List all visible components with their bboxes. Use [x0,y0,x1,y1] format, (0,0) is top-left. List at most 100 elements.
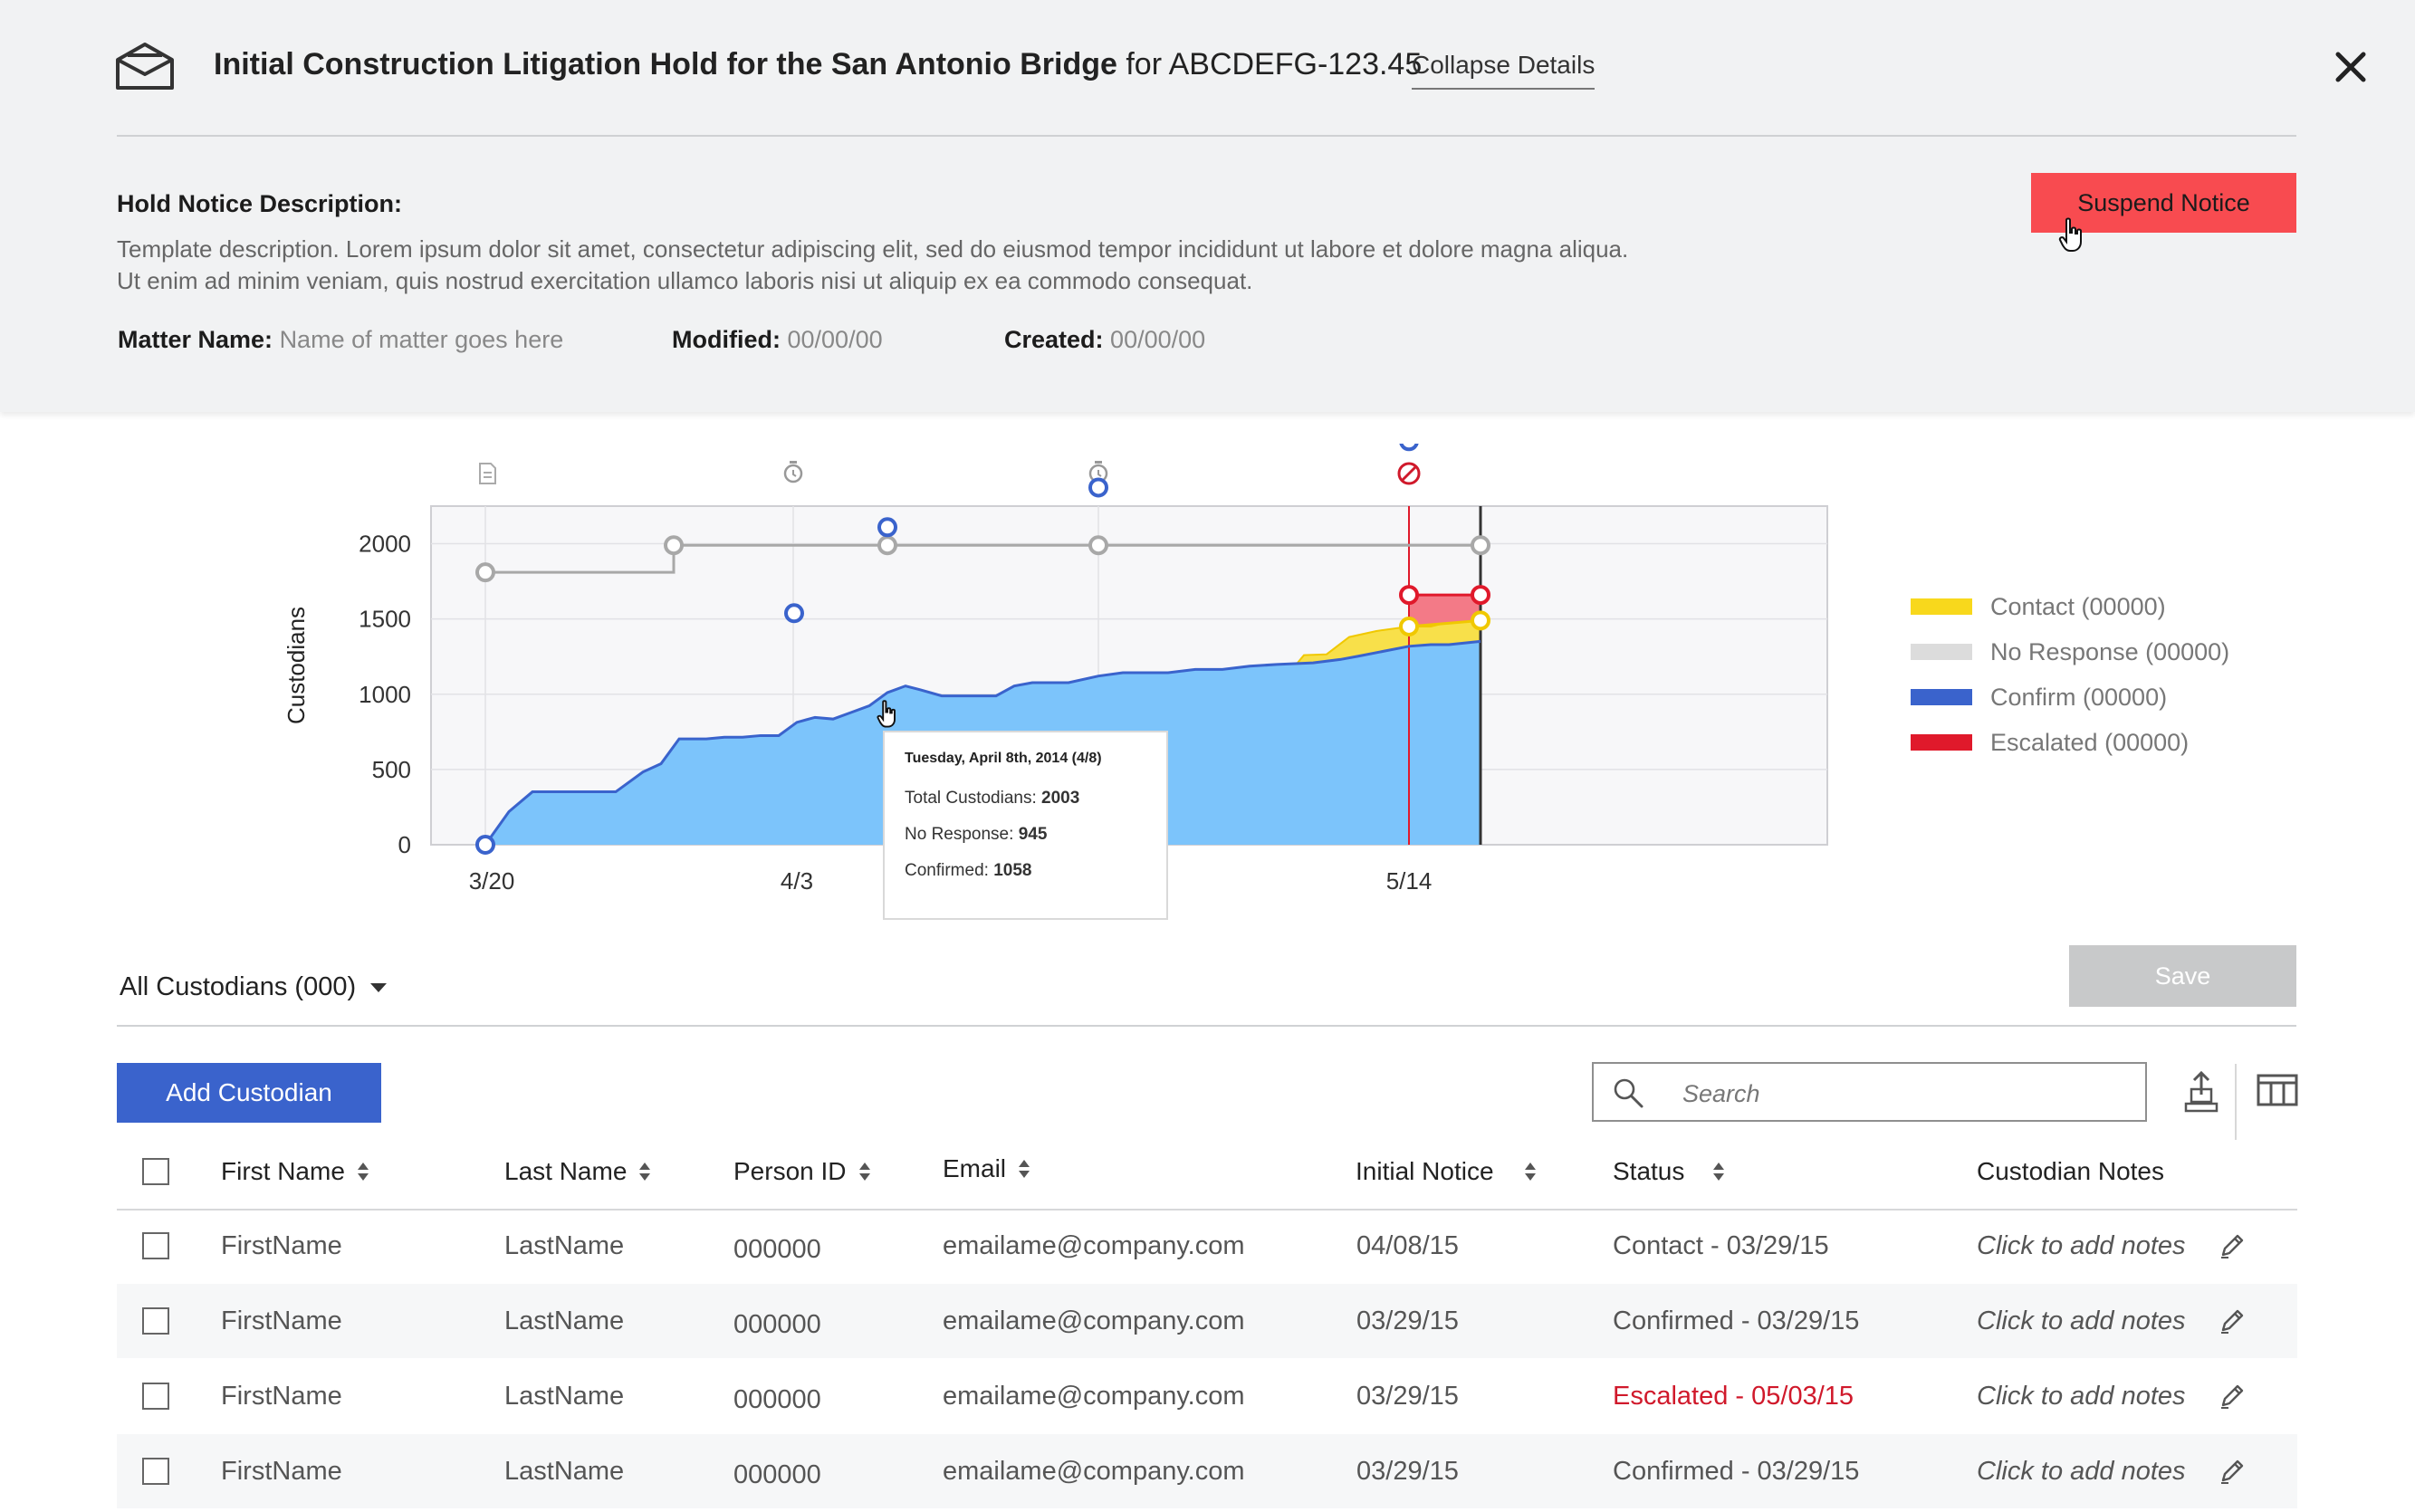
legend-swatch [1911,598,1972,615]
header-divider [117,135,2296,137]
legend-item-no-response[interactable]: No Response (00000) [1911,638,2229,665]
cell-status: Confirmed - 03/29/15 [1613,1306,1860,1335]
confirm-point[interactable] [1399,444,1419,452]
pencil-icon[interactable] [2218,1231,2247,1260]
legend-swatch [1911,644,1972,660]
column-header-label: Person ID [733,1157,847,1185]
table-header-row: First Name Last Name Person ID Email Ini… [117,1134,2297,1211]
clock-icon[interactable] [783,461,803,483]
modified-date: Modified: 00/00/00 [672,326,883,354]
matter-name-value: Name of matter goes here [279,326,564,353]
select-all-checkbox[interactable] [142,1158,169,1185]
custodian-filter-label: All Custodians (000) [120,972,357,1001]
collapse-details-link[interactable]: Collapse Details [1412,51,1596,90]
x-tick-label: 5/14 [1386,867,1433,895]
search-box[interactable] [1592,1062,2147,1122]
sort-icon[interactable] [1019,1159,1030,1179]
cell-first: FirstName [221,1230,342,1260]
matter-name-label: Matter Name: [118,326,273,353]
chart-tooltip: Tuesday, April 8th, 2014 (4/8) Total Cus… [883,731,1168,920]
export-icon[interactable] [2183,1071,2219,1113]
add-notes-link[interactable]: Click to add notes [1977,1209,2186,1283]
prohibited-icon[interactable] [1397,462,1421,485]
document-icon[interactable] [479,463,496,484]
x-tick-label: 3/20 [469,867,515,895]
x-tick-label: 4/3 [781,867,813,895]
row-checkbox[interactable] [142,1307,169,1335]
columns-icon[interactable] [2257,1074,2298,1106]
close-icon[interactable] [2331,47,2371,87]
row-checkbox[interactable] [142,1232,169,1259]
sort-icon[interactable] [357,1162,369,1182]
column-header-status[interactable]: Status [1613,1134,1725,1209]
add-notes-link[interactable]: Click to add notes [1977,1359,2186,1433]
contact-point[interactable] [1471,610,1490,631]
search-icon [1614,1078,1644,1108]
escalated-point[interactable] [1471,585,1490,606]
y-tick-label: 500 [372,756,411,783]
confirm-point[interactable] [784,603,804,624]
sort-icon[interactable] [1713,1162,1725,1182]
legend-swatch [1911,689,1972,705]
table-row: FirstName LastName 000000 emailame@company.… [117,1284,2297,1358]
row-checkbox[interactable] [142,1383,169,1410]
contact-point[interactable] [1399,616,1419,636]
hold-description-text: Template description. Lorem ipsum dolor … [117,234,1883,297]
cell-email: emailame@company.com [943,1456,1245,1486]
notice-title-matter: for ABCDEFG-123.45 [1116,47,1423,81]
created-label: Created: [1004,326,1104,353]
cell-email: emailame@company.com [943,1381,1245,1411]
pencil-icon[interactable] [2218,1457,2247,1486]
tooltip-no-response: No Response: 945 [905,825,1048,844]
add-notes-link[interactable]: Click to add notes [1977,1434,2186,1508]
modified-label: Modified: [672,326,781,353]
cell-last: LastName [504,1306,625,1335]
toolbar-separator [2235,1064,2237,1140]
sort-icon[interactable] [858,1162,870,1182]
sort-icon[interactable] [1524,1162,1536,1182]
cell-pid: 000000 [733,1309,821,1339]
total-point[interactable] [664,535,684,556]
tooltip-date: Tuesday, April 8th, 2014 (4/8) [905,751,1102,766]
column-header-email[interactable]: Email [943,1132,1030,1206]
legend-label: No Response (00000) [1990,637,2230,665]
modified-value: 00/00/00 [787,326,883,353]
pencil-icon[interactable] [2218,1382,2247,1411]
column-header-last-name[interactable]: Last Name [504,1134,651,1209]
column-header-initial-notice[interactable]: Initial Notice [1356,1134,1536,1209]
column-header-person-id[interactable]: Person ID [733,1134,870,1209]
pencil-icon[interactable] [2218,1306,2247,1335]
escalated-point[interactable] [1399,585,1419,606]
confirm-point[interactable] [877,517,897,538]
legend-item-confirm[interactable]: Confirm (00000) [1911,684,2167,711]
custodian-filter-dropdown[interactable]: All Custodians (000) [120,972,388,1002]
cell-status: Confirmed - 03/29/15 [1613,1456,1860,1486]
total-point[interactable] [1471,535,1490,556]
sort-icon[interactable] [639,1162,651,1182]
legend-item-contact[interactable]: Contact (00000) [1911,593,2166,620]
total-point[interactable] [877,535,897,556]
cell-email: emailame@company.com [943,1230,1245,1260]
hold-description-label: Hold Notice Description: [117,190,403,217]
save-button[interactable]: Save [2069,945,2296,1007]
section-divider [117,1025,2296,1027]
legend-label: Contact (00000) [1990,592,2166,620]
cell-last: LastName [504,1230,625,1260]
row-checkbox[interactable] [142,1458,169,1485]
legend-item-escalated[interactable]: Escalated (00000) [1911,729,2189,756]
total-point[interactable] [1088,535,1108,556]
confirm-point[interactable] [1088,477,1108,498]
total-point[interactable] [475,562,495,583]
cell-notice: 03/29/15 [1356,1456,1459,1486]
add-custodian-button[interactable]: Add Custodian [117,1063,381,1123]
cell-last: LastName [504,1456,625,1486]
cell-first: FirstName [221,1306,342,1335]
y-axis-label: Custodians [283,607,310,724]
search-input[interactable] [1681,1077,2128,1111]
cell-last: LastName [504,1381,625,1411]
column-header-first-name[interactable]: First Name [221,1134,369,1209]
add-notes-link[interactable]: Click to add notes [1977,1284,2186,1358]
column-header-label: First Name [221,1157,345,1185]
confirm-point[interactable] [475,835,495,855]
notice-title: Initial Construction Litigation Hold for… [214,47,1422,82]
